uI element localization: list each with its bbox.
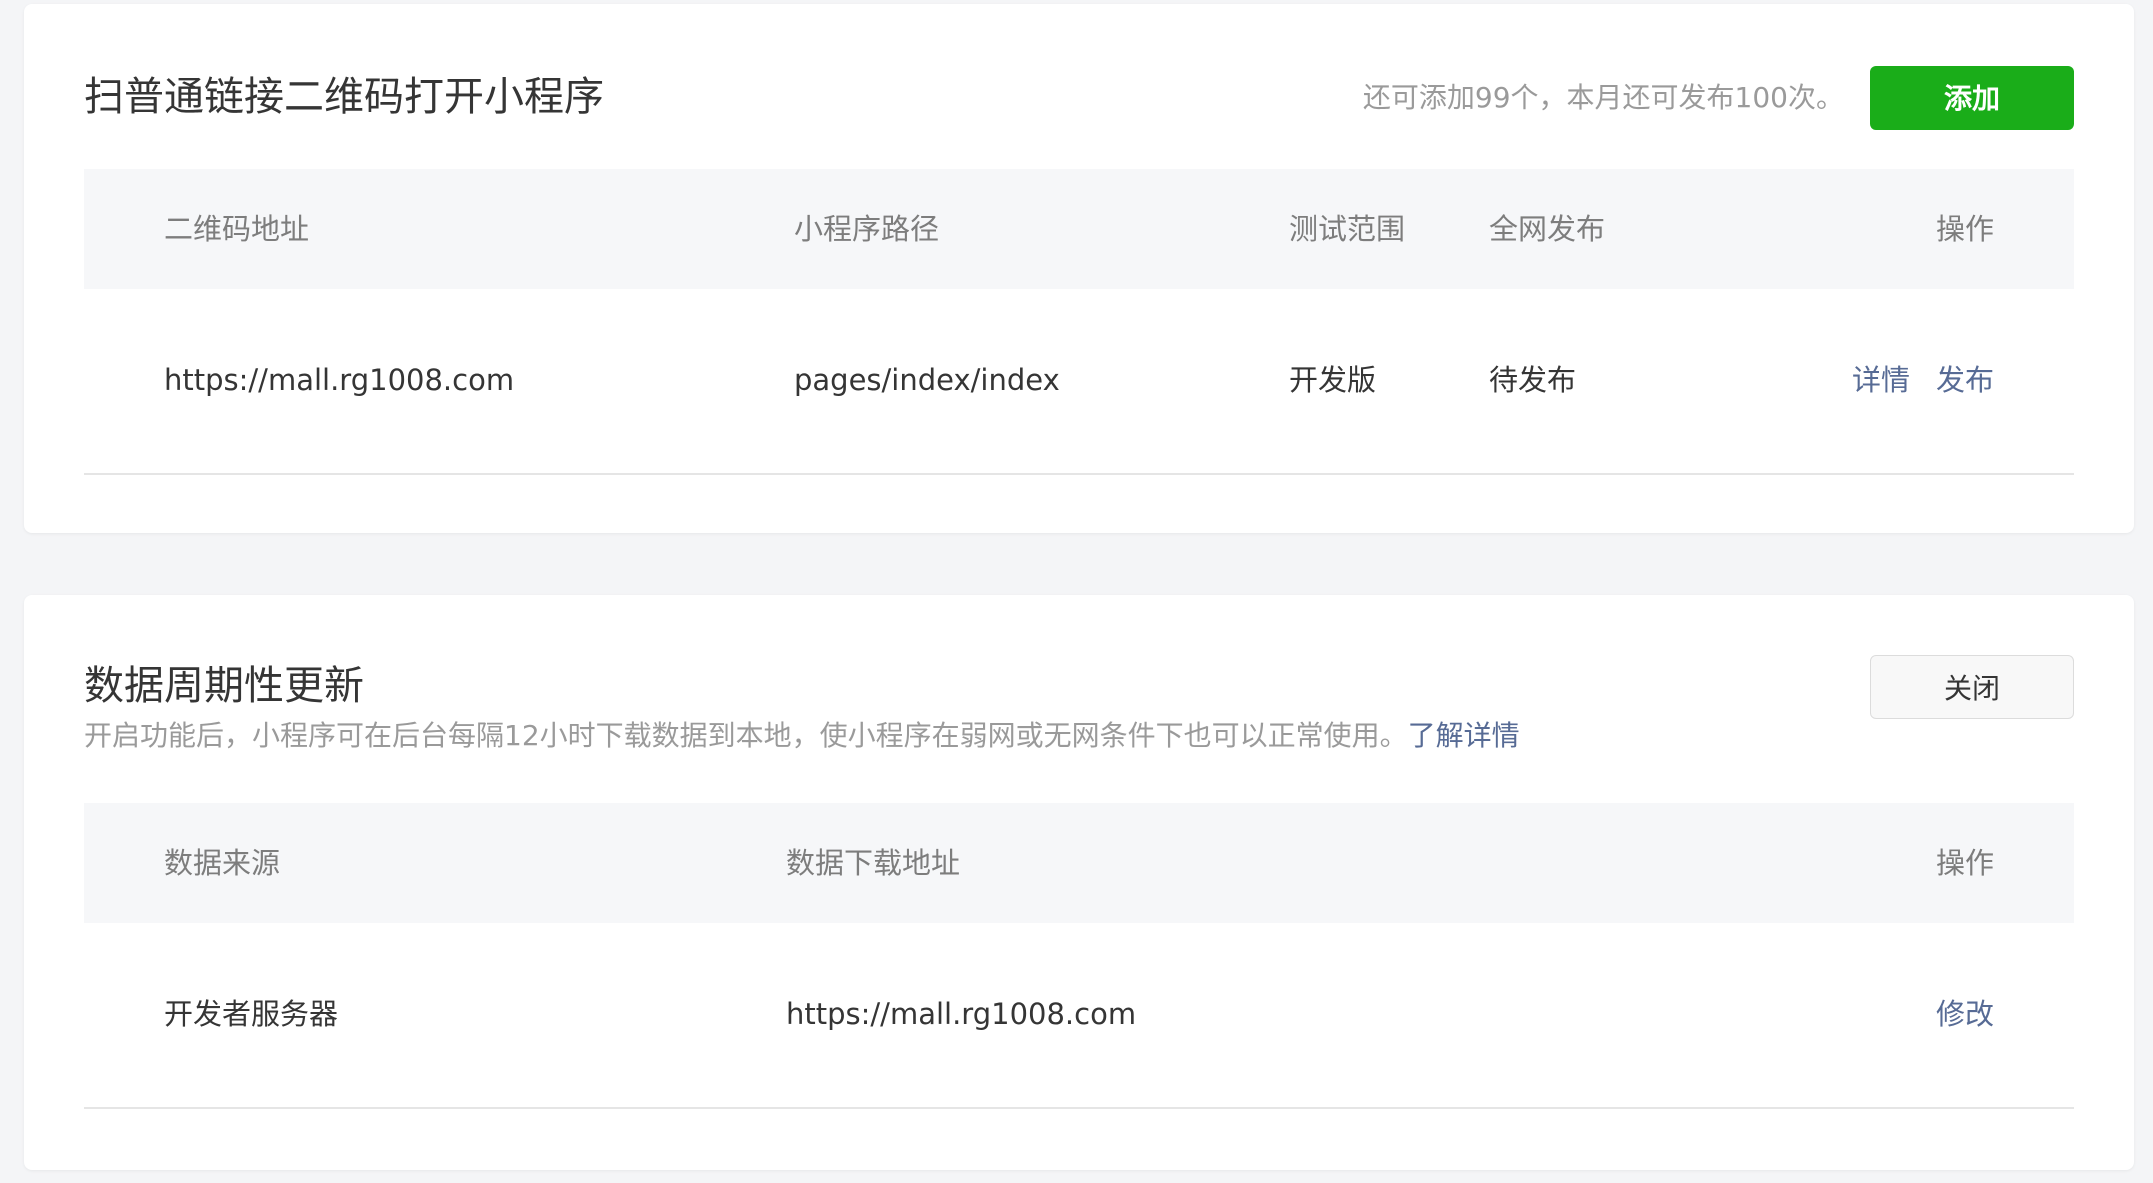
table-row: 开发者服务器 https://mall.rg1008.com 修改 — [84, 923, 2074, 1109]
path-cell: pages/index/index — [794, 363, 1060, 397]
data-section-description: 开启功能后，小程序可在后台每隔12小时下载数据到本地，使小程序在弱网或无网条件下… — [84, 716, 1520, 756]
source-cell: 开发者服务器 — [164, 997, 339, 1031]
column-header-path: 小程序路径 — [794, 212, 940, 246]
qr-table-header: 二维码地址 小程序路径 测试范围 全网发布 操作 — [84, 169, 2074, 289]
test-scope-cell: 开发版 — [1289, 363, 1377, 397]
close-button[interactable]: 关闭 — [1870, 655, 2074, 719]
qr-link-card: 扫普通链接二维码打开小程序 还可添加99个，本月还可发布100次。 添加 二维码… — [24, 4, 2134, 533]
quota-text: 还可添加99个，本月还可发布100次。 — [1362, 81, 1844, 114]
column-header-test-scope: 测试范围 — [1289, 212, 1406, 246]
description-text: 开启功能后，小程序可在后台每隔12小时下载数据到本地，使小程序在弱网或无网条件下… — [84, 719, 1408, 752]
download-url-cell: https://mall.rg1008.com — [786, 997, 1137, 1031]
publish-status-cell: 待发布 — [1489, 363, 1577, 397]
table-row: https://mall.rg1008.com pages/index/inde… — [84, 289, 2074, 475]
column-header-download-url: 数据下载地址 — [786, 846, 961, 880]
column-header-qr-address: 二维码地址 — [164, 212, 310, 246]
column-header-operation: 操作 — [1935, 846, 1994, 880]
operation-cell: 详情 发布 — [1852, 360, 1994, 400]
edit-link[interactable]: 修改 — [1936, 997, 1994, 1031]
data-section-title: 数据周期性更新 — [84, 663, 364, 709]
qr-section-title: 扫普通链接二维码打开小程序 — [84, 74, 604, 120]
periodic-data-card: 数据周期性更新 关闭 开启功能后，小程序可在后台每隔12小时下载数据到本地，使小… — [24, 595, 2134, 1170]
operation-cell: 修改 — [1936, 994, 1994, 1034]
detail-link[interactable]: 详情 — [1852, 363, 1910, 397]
learn-more-link[interactable]: 了解详情 — [1408, 719, 1520, 752]
add-button[interactable]: 添加 — [1870, 66, 2074, 130]
qr-address-cell: https://mall.rg1008.com — [164, 363, 515, 397]
column-header-source: 数据来源 — [164, 846, 281, 880]
publish-link[interactable]: 发布 — [1936, 363, 1994, 397]
data-table-header: 数据来源 数据下载地址 操作 — [84, 803, 2074, 923]
data-table: 数据来源 数据下载地址 操作 开发者服务器 https://mall.rg100… — [84, 803, 2074, 1109]
column-header-operation: 操作 — [1935, 212, 1994, 246]
qr-table: 二维码地址 小程序路径 测试范围 全网发布 操作 https://mall.rg… — [84, 169, 2074, 475]
column-header-publish: 全网发布 — [1489, 212, 1606, 246]
